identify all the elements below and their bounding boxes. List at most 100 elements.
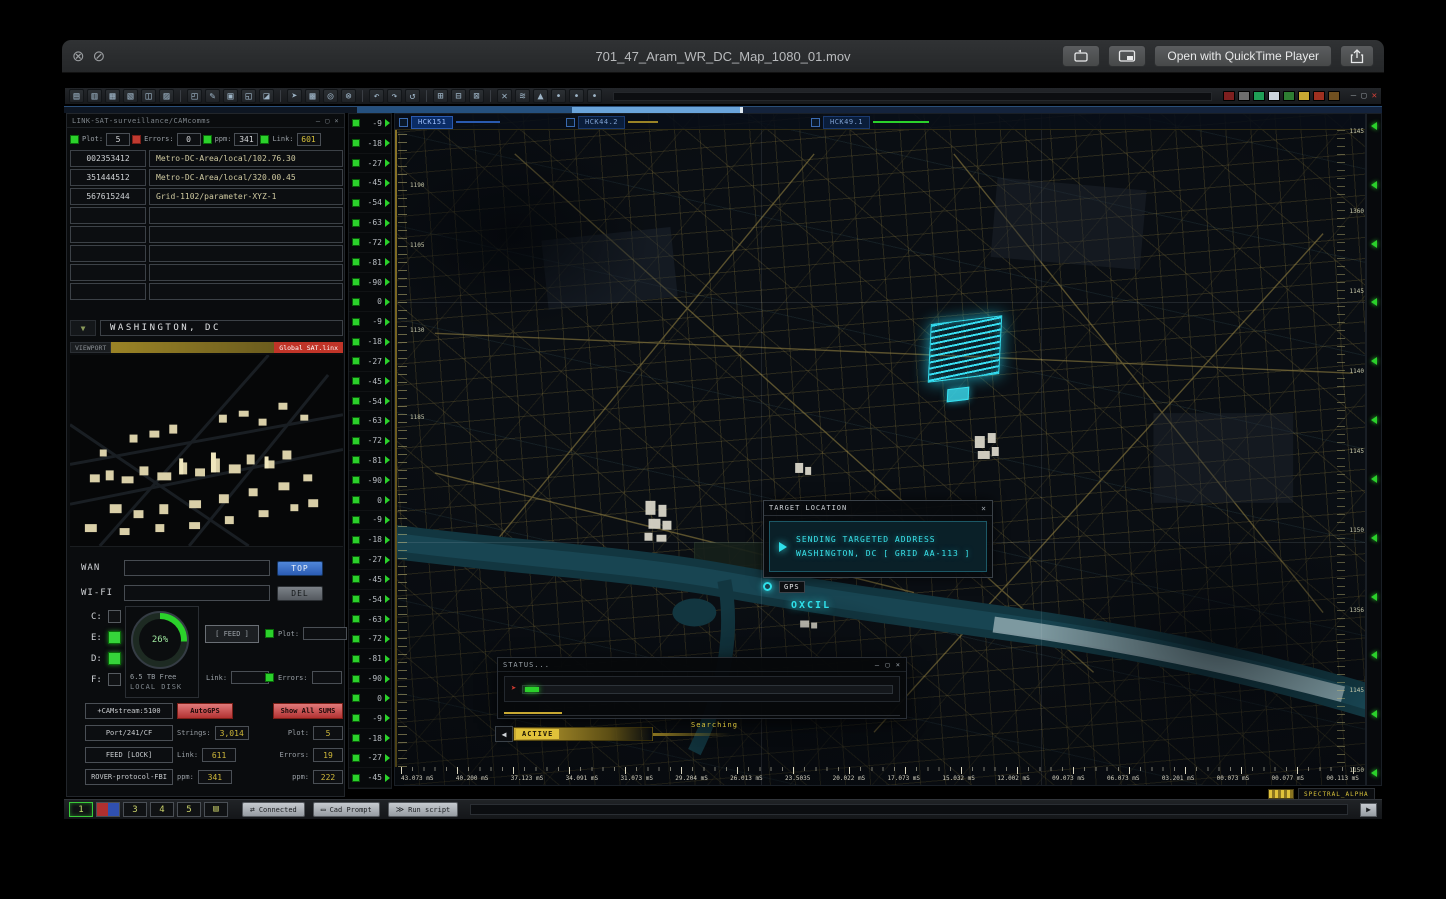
- ppm2-value[interactable]: 341: [197, 770, 232, 784]
- plot-checkbox[interactable]: [70, 134, 79, 144]
- page-button[interactable]: 5: [177, 802, 201, 817]
- toolbar-icon[interactable]: [180, 90, 181, 102]
- table-row[interactable]: 567615244 Grid-1102/parameter-XYZ-1: [70, 188, 343, 205]
- panel-window-controls[interactable]: — ▢ ×: [316, 117, 339, 125]
- bottom-tab[interactable]: ▭ Cad Prompt: [312, 802, 380, 817]
- level-checkbox[interactable]: [352, 297, 360, 306]
- level-checkbox[interactable]: [352, 634, 360, 643]
- table-row[interactable]: [70, 226, 343, 243]
- table-row[interactable]: [70, 264, 343, 281]
- level-checkbox[interactable]: [352, 377, 360, 386]
- target-icon[interactable]: ◎: [323, 89, 338, 103]
- bottom-tab[interactable]: ≫ Run script: [387, 802, 459, 817]
- timeline-bar[interactable]: [64, 106, 1382, 113]
- level-checkbox[interactable]: [352, 694, 360, 703]
- wifi-input[interactable]: [124, 585, 270, 601]
- share-icon[interactable]: [1340, 45, 1374, 67]
- attach-icon[interactable]: ◪: [259, 89, 274, 103]
- level-checkbox[interactable]: [352, 714, 360, 723]
- speaker-icon[interactable]: ◀: [495, 726, 513, 742]
- level-checkbox[interactable]: [352, 575, 360, 584]
- level-checkbox[interactable]: [352, 198, 360, 207]
- errors-field-input[interactable]: [311, 671, 342, 684]
- table-row[interactable]: [70, 245, 343, 262]
- open-with-quicktime-button[interactable]: Open with QuickTime Player: [1154, 45, 1332, 67]
- level-checkbox[interactable]: [352, 317, 360, 326]
- level-checkbox[interactable]: [352, 734, 360, 743]
- errors-value[interactable]: 0: [176, 132, 201, 146]
- level-checkbox[interactable]: [352, 178, 360, 187]
- page-button[interactable]: 4: [150, 802, 174, 817]
- level-checkbox[interactable]: [352, 397, 360, 405]
- grid-view-icon[interactable]: ⊞: [433, 89, 448, 103]
- level-checkbox[interactable]: [352, 357, 360, 366]
- new-doc-icon[interactable]: ▤: [69, 89, 84, 103]
- level-checkbox[interactable]: [352, 436, 360, 445]
- table-row[interactable]: [70, 207, 343, 224]
- edit-pen-icon[interactable]: ✎: [205, 89, 220, 103]
- link-checkbox[interactable]: [260, 134, 270, 144]
- table-row[interactable]: 351444512 Metro-DC-Area/local/320.00.45: [70, 169, 343, 186]
- toolbar-icon[interactable]: [426, 90, 427, 102]
- redo-icon[interactable]: ↷: [387, 89, 402, 103]
- pip-icon[interactable]: [1108, 45, 1147, 67]
- page-button[interactable]: 3: [123, 802, 147, 817]
- port-button[interactable]: Port/241/CF: [85, 725, 173, 741]
- toolbar-icon[interactable]: [362, 90, 363, 102]
- collapse-triangle-button[interactable]: ▼: [70, 320, 96, 336]
- wan-input[interactable]: [124, 560, 270, 576]
- drive-checkbox[interactable]: [107, 652, 121, 665]
- level-checkbox[interactable]: [352, 515, 360, 524]
- folder-icon[interactable]: ◰: [187, 89, 202, 103]
- dot-icon[interactable]: •: [587, 89, 602, 103]
- page-button[interactable]: ▤: [204, 802, 228, 817]
- map-canvas[interactable]: HCK151 HCK44.2 HCK49.1 1190 1105 1130 11…: [394, 113, 1366, 786]
- rotate-icon[interactable]: [1062, 45, 1101, 67]
- level-checkbox[interactable]: [352, 555, 360, 564]
- del-button[interactable]: DEL: [277, 585, 323, 601]
- copy-doc-icon[interactable]: ▦: [105, 89, 120, 103]
- link-field-input[interactable]: [231, 671, 270, 684]
- pin-icon[interactable]: ➤: [287, 89, 302, 103]
- app-close-button[interactable]: ✕: [1372, 91, 1377, 101]
- app-maximize-button[interactable]: ▢: [1361, 91, 1366, 101]
- level-checkbox[interactable]: [352, 278, 360, 287]
- rover-protocol-button[interactable]: ROVER-protocol-FBI: [85, 769, 173, 785]
- plot2-value[interactable]: 5: [313, 726, 343, 740]
- level-checkbox[interactable]: [352, 159, 360, 168]
- toolbar-icon[interactable]: [490, 90, 491, 102]
- drive-checkbox[interactable]: [107, 673, 121, 686]
- level-checkbox[interactable]: [352, 595, 360, 604]
- dot-icon[interactable]: •: [569, 89, 584, 103]
- target-popup-close[interactable]: ×: [981, 504, 987, 513]
- next-button[interactable]: ▶: [1360, 802, 1377, 817]
- level-checkbox[interactable]: [352, 258, 360, 267]
- level-checkbox[interactable]: [352, 238, 360, 247]
- level-checkbox[interactable]: [352, 496, 360, 505]
- errors2-value[interactable]: 19: [313, 748, 343, 762]
- level-checkbox[interactable]: [352, 456, 360, 465]
- errors-checkbox[interactable]: [132, 134, 142, 144]
- ppm-value[interactable]: 341: [234, 132, 259, 146]
- level-checkbox[interactable]: [352, 139, 360, 148]
- stack-docs-icon[interactable]: ▧: [123, 89, 138, 103]
- plot-value[interactable]: 5: [106, 132, 131, 146]
- plot-field-checkbox[interactable]: [265, 629, 274, 638]
- app-minimize-button[interactable]: —: [1351, 91, 1356, 101]
- dot-icon[interactable]: •: [551, 89, 566, 103]
- open-file-icon[interactable]: ▥: [87, 89, 102, 103]
- table-row[interactable]: [70, 283, 343, 300]
- status-progress-track[interactable]: [522, 684, 893, 694]
- marker-icon[interactable]: ▲: [533, 89, 548, 103]
- link-value[interactable]: 601: [296, 132, 321, 146]
- export-doc-icon[interactable]: ▨: [159, 89, 174, 103]
- chart-view-icon[interactable]: ⊠: [469, 89, 484, 103]
- status-window-controls[interactable]: — ▢ ×: [875, 661, 901, 669]
- level-checkbox[interactable]: [352, 416, 360, 425]
- plot-field-input[interactable]: [303, 627, 348, 640]
- clipboard-icon[interactable]: ◱: [241, 89, 256, 103]
- tab-hck44-2[interactable]: HCK44.2: [566, 115, 659, 129]
- layers-icon[interactable]: ▩: [305, 89, 320, 103]
- tab-hck49-1[interactable]: HCK49.1: [811, 115, 930, 129]
- level-checkbox[interactable]: [352, 535, 360, 544]
